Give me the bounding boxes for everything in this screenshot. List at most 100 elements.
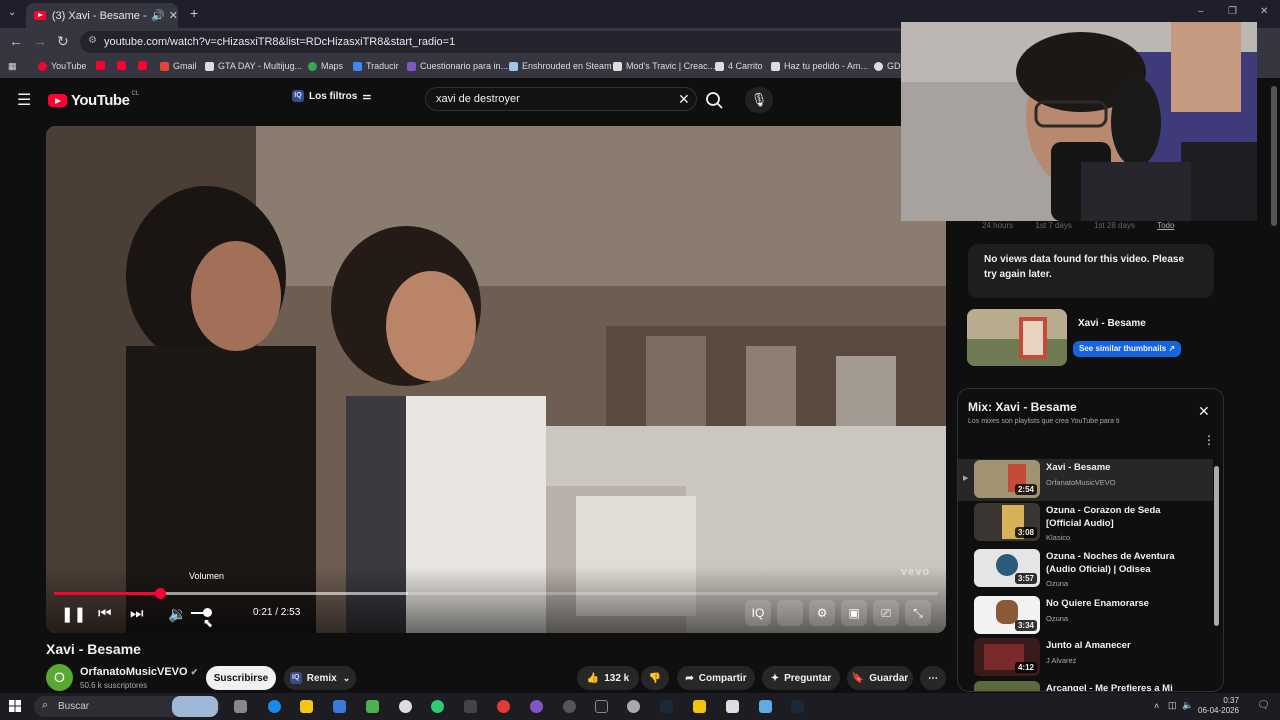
progress-bar[interactable] [54,588,938,599]
page-scrollbar[interactable] [1271,86,1277,226]
playlist-item-1[interactable]: ▶ 2:54 Xavi - Besame OrfanatoMusicVEVO [958,459,1213,501]
settings-app-icon[interactable] [399,700,412,713]
bookmark-gta-day[interactable]: GTA DAY - Multijug... [205,61,302,71]
maximize-window-icon[interactable]: ❐ [1228,6,1237,17]
playlist-item-4[interactable]: 3:34 No Quiere Enamorarse Ozuna [958,596,1213,640]
subscribe-button[interactable]: Suscribirse [206,666,276,690]
bookmark-gmail[interactable]: Gmail [160,61,197,71]
bookmark-traducir[interactable]: Traducir [353,61,399,71]
speaker-icon[interactable]: 🔊 [151,9,165,22]
bookmark-youtube[interactable]: YouTube [38,61,86,71]
next-icon[interactable]: ⏭ [130,605,144,622]
pause-icon[interactable]: ❚❚ [61,605,86,623]
bookmark-carrito[interactable]: 4 Carrito [715,61,763,71]
search-input[interactable]: xavi de destroyer ✕ [425,87,697,111]
app-icon-5[interactable] [759,700,772,713]
taskbar-clock[interactable]: 0:37 06-04-2026 [1198,696,1239,716]
bookmark-pedido[interactable]: Haz tu pedido - Am... [771,61,868,71]
bookmark-maps[interactable]: Maps [308,61,343,71]
fullscreen-icon[interactable]: ⤡ [905,600,931,626]
xbox-icon[interactable] [431,700,444,713]
close-playlist-icon[interactable]: ✕ [1198,403,1210,420]
file-explorer-icon[interactable] [300,700,313,713]
youtube-logo[interactable]: YouTube CL [48,91,139,109]
store-icon[interactable] [366,700,379,713]
iq-remix-icon: IQ [289,672,302,684]
app-icon-2[interactable] [627,700,640,713]
playlist-more-icon[interactable]: ⋮ [1203,433,1215,447]
playlist-item-5[interactable]: 4:12 Junto al Amanecer J Alvarez [958,638,1213,682]
save-button[interactable]: 🔖 Guardar [847,666,913,690]
playlist-item-2[interactable]: 3:08 Ozuna - Corazon de Seda [Official A… [958,503,1213,547]
windows-start-icon[interactable] [9,700,21,712]
steam-icon[interactable] [660,700,673,713]
new-tab-icon[interactable]: + [190,5,198,21]
share-button[interactable]: ➦ Compartir [677,666,755,690]
ask-button[interactable]: ✦ Preguntar [762,666,840,690]
miniplayer-icon[interactable]: ▣ [841,600,867,626]
playlist-item-3[interactable]: 3:57 Ozuna - Noches de Aventura (Audio O… [958,549,1213,593]
app-icon[interactable] [464,700,477,713]
playlist-scrollbar[interactable] [1214,466,1219,626]
remix-button[interactable]: IQ Remix ⌄ [284,666,356,690]
scrubber-handle[interactable] [155,588,167,599]
taskbar-search[interactable]: ⌕ Buscar [34,696,220,717]
cast-icon[interactable]: ⎚ [873,600,899,626]
filters-button[interactable]: IQ Los filtros ⚌ [292,90,371,102]
edge-icon[interactable] [268,700,281,713]
menu-hamburger-icon[interactable]: ☰ [17,90,31,110]
like-button[interactable]: 👍 132 k [577,666,639,690]
epic-games-icon[interactable] [595,700,608,713]
notifications-icon[interactable]: 🗨 [1257,700,1270,711]
site-info-icon[interactable]: ⚙ [88,35,97,46]
tab-search-chevron-icon[interactable]: ⌄ [8,7,16,18]
bookmark-cuestionario[interactable]: Cuestionario para in... [407,61,508,71]
network-icon[interactable]: ◫ [1168,700,1177,711]
channel-name[interactable]: OrfanatoMusicVEVO ✔ [80,666,198,678]
settings-gear-icon[interactable]: ⚙ [809,600,835,626]
speaker-tray-icon[interactable]: 🔈 [1182,700,1193,711]
chrome-icon[interactable] [497,700,510,713]
obs-icon[interactable] [563,700,576,713]
bookmark-enshrouded[interactable]: Enshrouded en Steam [509,61,612,71]
tab-close-icon[interactable]: ✕ [169,9,178,22]
apps-grid-icon[interactable]: ▦ [8,61,17,72]
more-actions-icon[interactable]: ⋯ [920,666,946,690]
volume-icon[interactable]: 🔉 [168,605,187,623]
voice-search-mic-icon[interactable]: 🎙 [745,87,773,113]
clear-search-icon[interactable]: ✕ [678,91,690,108]
address-bar[interactable]: ⚙ youtube.com/watch?v=cHizasxiTR8&list=R… [80,31,960,53]
bookmark-youtube-2[interactable] [96,61,109,70]
tab-28-days[interactable]: 1st 28 days [1094,221,1135,230]
channel-avatar[interactable]: O [46,664,73,691]
video-thumbnail[interactable] [967,309,1067,366]
see-similar-thumbnails-button[interactable]: See similar thumbnails ↗ [1073,341,1182,357]
close-window-icon[interactable]: ✕ [1260,6,1268,17]
playlist-item-6[interactable]: Arcangel - Me Prefieres a Mi [958,681,1213,691]
video-player[interactable]: ❚❚ ⏮ ⏭ 🔉 Volumen 0:21 / 2:53 vevo IQ ▭ ⚙… [46,126,946,633]
bookmark-youtube-3[interactable] [117,61,130,70]
discord-icon[interactable] [530,700,543,713]
browser-tab-youtube[interactable]: (3) Xavi - Besame - YouTube 🔊 ✕ [26,3,178,28]
bookmark-mods-travic[interactable]: Mod's Travic | Creac... [613,61,715,71]
previous-icon[interactable]: ⏮ [98,605,112,622]
back-arrow-icon[interactable]: ← [9,33,23,49]
tab-todo[interactable]: Todo [1157,221,1174,230]
mail-icon[interactable] [333,700,346,713]
tray-chevron-icon[interactable]: ˄ [1154,701,1159,711]
share-arrow-icon: ➦ [685,672,694,684]
task-view-icon[interactable] [234,700,247,713]
tab-7-days[interactable]: 1st 7 days [1035,221,1071,230]
search-icon[interactable] [700,88,728,112]
steam-icon-2[interactable] [791,700,804,713]
minimize-window-icon[interactable]: – [1198,6,1204,17]
reload-icon[interactable]: ↻ [57,33,69,50]
app-icon-3[interactable] [693,700,706,713]
subtitles-icon[interactable]: ▭ [777,600,803,626]
iq-player-icon[interactable]: IQ [745,600,771,626]
bookmark-youtube-4[interactable] [138,61,151,70]
forward-arrow-icon[interactable]: → [33,33,47,49]
app-icon-4[interactable] [726,700,739,713]
dislike-button[interactable]: 👎 [641,666,669,690]
tab-24-hours[interactable]: 24 hours [982,221,1013,230]
